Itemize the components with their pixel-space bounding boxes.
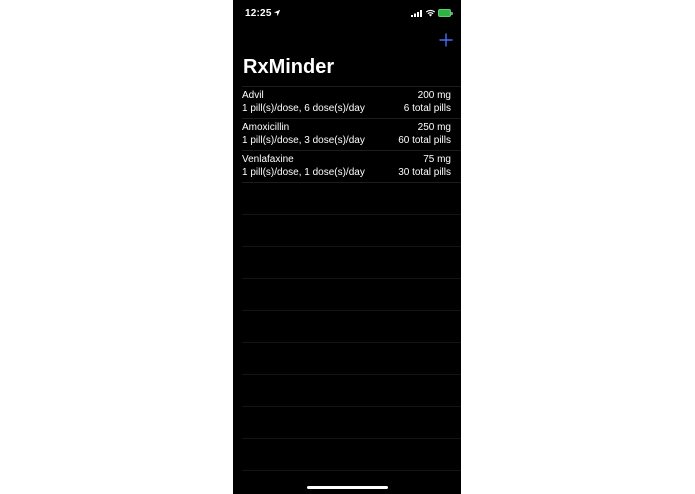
medication-row[interactable]: Amoxicillin 250 mg 1 pill(s)/dose, 3 dos… (242, 119, 461, 151)
medication-name: Amoxicillin (242, 122, 290, 133)
empty-list-row (242, 343, 461, 375)
battery-charging-icon (438, 9, 453, 17)
medication-row[interactable]: Advil 200 mg 1 pill(s)/dose, 6 dose(s)/d… (242, 87, 461, 119)
wifi-icon (425, 9, 436, 17)
medication-total: 6 total pills (403, 103, 451, 114)
phone-screen: 12:25 RxMinder Advil 200 mg 1 pill(s)/do… (233, 0, 461, 494)
status-time: 12:25 (245, 8, 272, 19)
location-arrow-icon (273, 9, 281, 17)
home-indicator[interactable] (307, 486, 388, 489)
medication-list: Advil 200 mg 1 pill(s)/dose, 6 dose(s)/d… (242, 86, 461, 471)
status-bar: 12:25 (233, 0, 461, 28)
medication-name: Advil (242, 90, 264, 101)
medication-dose: 75 mg (423, 154, 451, 165)
empty-list-row (242, 247, 461, 279)
medication-schedule: 1 pill(s)/dose, 6 dose(s)/day (242, 103, 365, 114)
empty-list-row (242, 215, 461, 247)
medication-dose: 200 mg (417, 90, 451, 101)
empty-list-row (242, 439, 461, 471)
medication-name: Venlafaxine (242, 154, 294, 165)
medication-total: 30 total pills (398, 167, 451, 178)
empty-list-row (242, 311, 461, 343)
medication-schedule: 1 pill(s)/dose, 3 dose(s)/day (242, 135, 365, 146)
add-medication-button[interactable] (437, 31, 455, 49)
medication-dose: 250 mg (417, 122, 451, 133)
empty-list-row (242, 279, 461, 311)
empty-list-row (242, 375, 461, 407)
medication-row[interactable]: Venlafaxine 75 mg 1 pill(s)/dose, 1 dose… (242, 151, 461, 183)
empty-list-row (242, 183, 461, 215)
medication-schedule: 1 pill(s)/dose, 1 dose(s)/day (242, 167, 365, 178)
page-title: RxMinder (243, 56, 335, 78)
medication-total: 60 total pills (398, 135, 451, 146)
cellular-signal-icon (411, 10, 422, 17)
empty-list-row (242, 407, 461, 439)
